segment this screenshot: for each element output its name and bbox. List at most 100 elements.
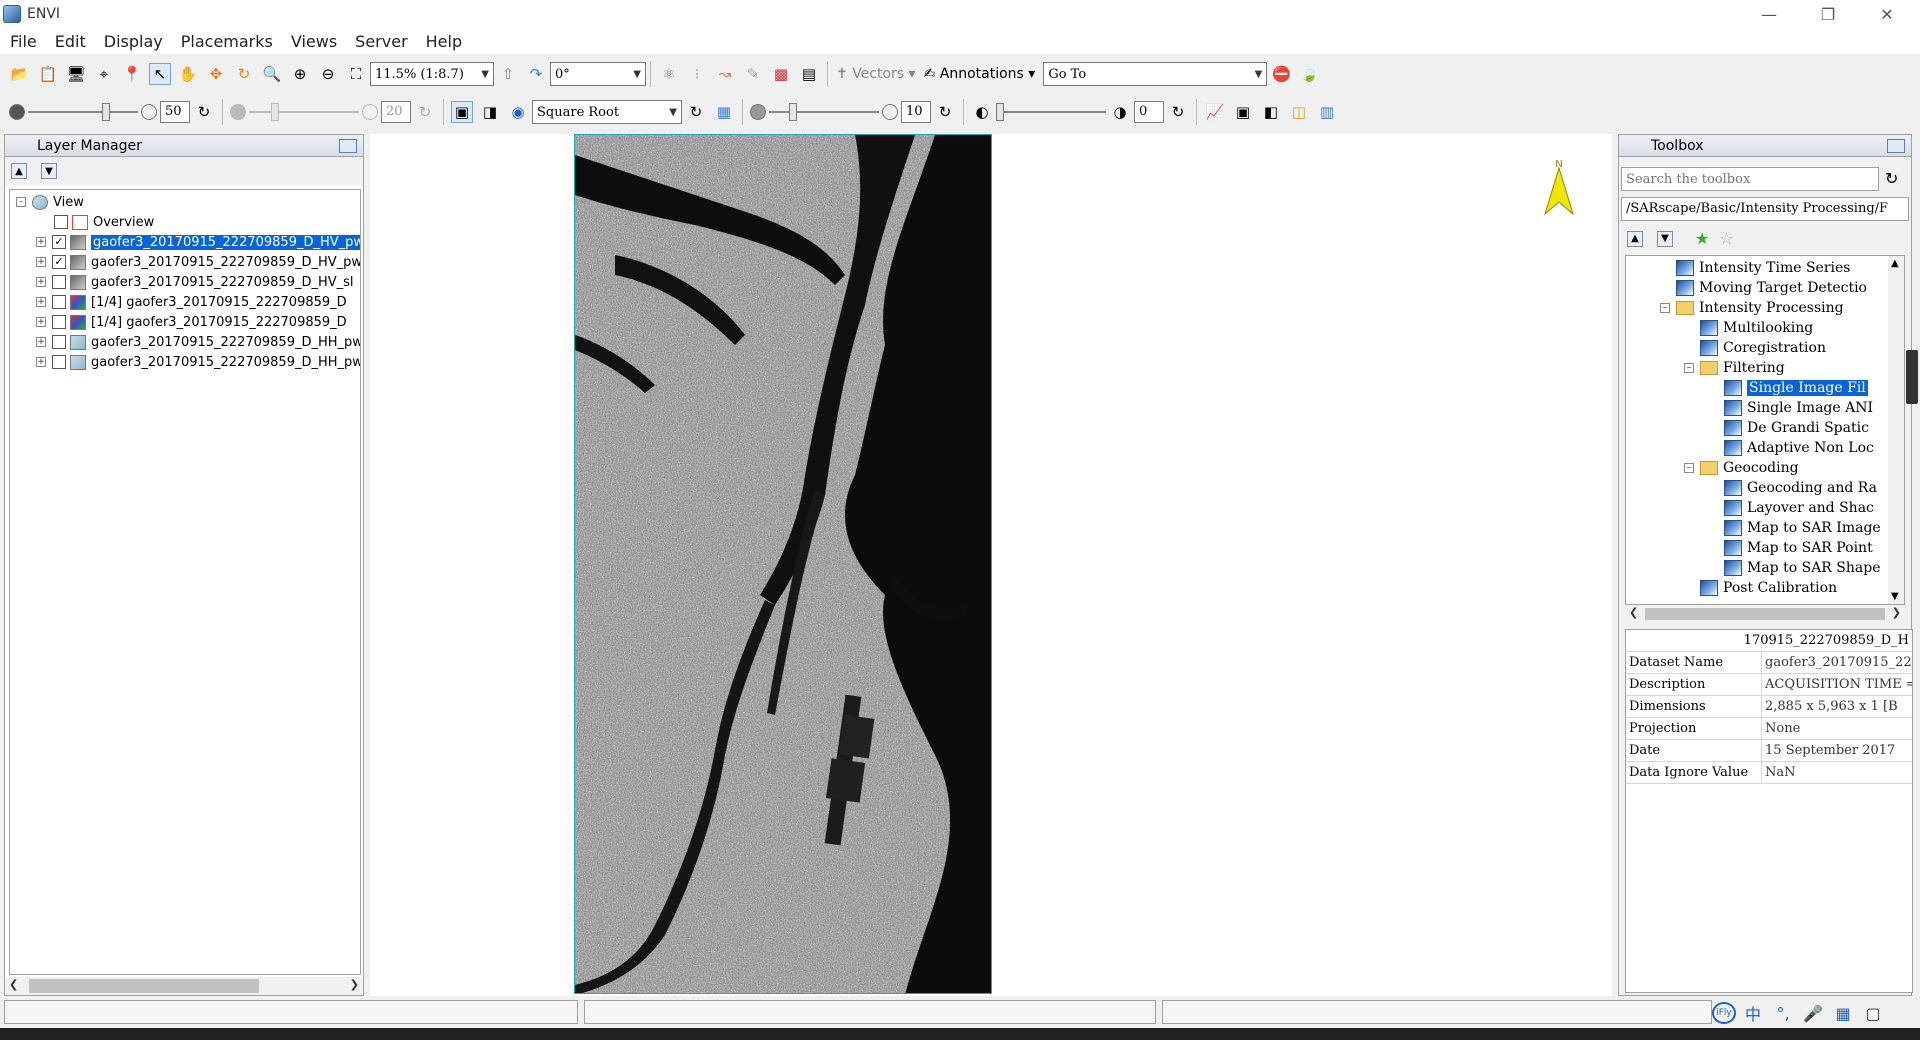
scroll-up-icon[interactable]: ▲	[1891, 258, 1899, 269]
expand-icon[interactable]: +	[36, 357, 46, 367]
collapse-all-icon[interactable]: ▲	[1627, 230, 1643, 247]
collapse-icon[interactable]: –	[1684, 363, 1694, 373]
layer-tree-hscroll[interactable]: ❮ ❯	[5, 977, 363, 995]
toolbox-tool[interactable]: Moving Target Detectio	[1676, 278, 1867, 298]
stretch-type-select[interactable]: Square Root ▼	[532, 100, 682, 124]
apps-grid-icon[interactable]: ▦	[1830, 1002, 1856, 1024]
histogram-icon[interactable]: ▦	[713, 101, 735, 123]
collapse-icon[interactable]: –	[16, 197, 26, 207]
overview-checkbox[interactable]	[54, 215, 68, 229]
layer-item[interactable]: + gaofer3_20170915_222709859_D_HH_pw:	[36, 332, 360, 352]
slider-thumb[interactable]	[271, 103, 279, 121]
layer-checkbox[interactable]	[52, 275, 66, 289]
toolbox-tool[interactable]: Multilooking	[1700, 318, 1813, 338]
chinese-input-icon[interactable]: 中	[1740, 1002, 1766, 1024]
slider-thumb[interactable]	[996, 103, 1004, 121]
goto-select[interactable]: Go To ▼	[1043, 62, 1268, 86]
select-arrow-icon[interactable]: ↖	[149, 63, 171, 85]
reset-sharpen-icon[interactable]: ↻	[934, 101, 956, 123]
stretch-full-icon[interactable]: ◨	[479, 101, 501, 123]
vectors-menu[interactable]: ✝ Vectors ▾	[836, 66, 916, 82]
toolbox-vscroll[interactable]: ▲ ▼	[1888, 256, 1904, 604]
zoom-in-icon[interactable]: ⊕	[289, 63, 311, 85]
transparency-slider[interactable]	[996, 101, 1106, 123]
resize-grip-icon[interactable]: ▢	[1860, 1002, 1886, 1024]
rotate-view-icon[interactable]: ↷	[525, 63, 547, 85]
rotate-icon[interactable]: ↻	[233, 63, 255, 85]
blend-icon[interactable]: ▥	[1316, 101, 1338, 123]
crosshair-icon[interactable]: ⌖	[93, 63, 115, 85]
brightness-value[interactable]: 50	[160, 101, 190, 123]
edit-icon[interactable]: ✎	[742, 63, 764, 85]
expand-all-icon[interactable]: ▼	[41, 163, 57, 179]
contrast-value[interactable]: 20	[381, 101, 411, 123]
slider-thumb[interactable]	[102, 103, 110, 121]
rotation-select[interactable]: 0° ▼	[550, 62, 646, 86]
toolbox-tool[interactable]: Coregistration	[1700, 338, 1826, 358]
brightness-slider[interactable]	[28, 101, 138, 123]
toolbox-hscroll[interactable]: ❮ ❯	[1625, 605, 1905, 623]
contrast-slider[interactable]	[249, 101, 359, 123]
scroll-down-icon[interactable]: ▼	[1891, 591, 1899, 602]
display-icon[interactable]: 🖥	[65, 63, 87, 85]
expand-icon[interactable]: +	[36, 277, 46, 287]
placemark-pin-icon[interactable]: 📍	[121, 63, 143, 85]
toolbox-folder[interactable]: – Geocoding	[1684, 458, 1799, 478]
layer-checkbox[interactable]	[52, 315, 66, 329]
expand-all-icon[interactable]: ▼	[1657, 230, 1673, 247]
leaf-icon[interactable]: 🍃	[1298, 63, 1320, 85]
linear-stretch-icon[interactable]: ▣	[451, 101, 473, 123]
menu-server[interactable]: Server	[355, 32, 407, 51]
profile-plot-icon[interactable]: 📈	[1204, 101, 1226, 123]
zoom-icon[interactable]: 🔍	[261, 63, 283, 85]
tree-root-view[interactable]: – View	[16, 192, 84, 212]
toolbox-tool[interactable]: Post Calibration	[1700, 578, 1837, 598]
reset-contrast-icon[interactable]: ↻	[414, 101, 436, 123]
scroll-right-icon[interactable]: ❯	[350, 978, 359, 991]
ime-logo-icon[interactable]: iFly	[1712, 1002, 1736, 1024]
layer-item[interactable]: + ✓ gaofer3_20170915_222709859_D_HV_pw:	[36, 232, 360, 252]
menu-help[interactable]: Help	[426, 32, 462, 51]
layer-checkbox[interactable]	[52, 295, 66, 309]
flicker-icon[interactable]: ◧	[1260, 101, 1282, 123]
toolbox-folder[interactable]: – Intensity Processing	[1660, 298, 1844, 318]
close-icon[interactable]: ✕	[1864, 0, 1910, 28]
menu-edit[interactable]: Edit	[55, 32, 86, 51]
toolbox-tool[interactable]: Adaptive Non Loc	[1724, 438, 1874, 458]
menu-placemarks[interactable]: Placemarks	[181, 32, 273, 51]
profile-icon[interactable]: ↝	[714, 63, 736, 85]
restore-icon[interactable]: ❐	[1805, 0, 1851, 28]
menu-file[interactable]: File	[10, 32, 37, 51]
toolbox-tool[interactable]: Single Image Fil	[1724, 378, 1868, 398]
layer-item[interactable]: + [1/4] gaofer3_20170915_222709859_D	[36, 312, 347, 332]
roi-icon[interactable]: ⚛	[658, 63, 680, 85]
collapse-all-icon[interactable]: ▲	[11, 163, 27, 179]
pan-hand-icon[interactable]: ✋	[177, 63, 199, 85]
scroll-thumb[interactable]	[1645, 608, 1885, 620]
toolbox-folder[interactable]: – Filtering	[1684, 358, 1785, 378]
expand-icon[interactable]: +	[36, 317, 46, 327]
panel-handle[interactable]	[1906, 350, 1918, 404]
layer-item[interactable]: + ✓ gaofer3_20170915_222709859_D_HV_pw:	[36, 252, 360, 272]
swipe-icon[interactable]: ◫	[1288, 101, 1310, 123]
zoom-fit-icon[interactable]: ⛶	[345, 63, 367, 85]
toolbox-tool[interactable]: Map to SAR Image	[1724, 518, 1881, 538]
reset-transparency-icon[interactable]: ↻	[1167, 101, 1189, 123]
data-manager-icon[interactable]: 📋	[37, 63, 59, 85]
favorite-star-icon[interactable]: ☆	[1719, 229, 1733, 248]
sharpen-value[interactable]: 10	[901, 101, 931, 123]
pin-icon[interactable]	[339, 138, 357, 153]
minimize-icon[interactable]: —	[1746, 0, 1792, 28]
toolbox-tool[interactable]: De Grandi Spatic	[1724, 418, 1869, 438]
layer-checkbox[interactable]: ✓	[52, 255, 66, 269]
view-image-icon[interactable]: ▣	[1232, 101, 1254, 123]
microphone-icon[interactable]: 🎤	[1800, 1002, 1826, 1024]
toolbox-tool[interactable]: Intensity Time Series	[1676, 258, 1850, 278]
vertex-icon[interactable]: ⁝	[686, 63, 708, 85]
toolbox-tool[interactable]: Map to SAR Shape	[1724, 558, 1881, 578]
scroll-left-icon[interactable]: ❮	[9, 978, 18, 991]
expand-icon[interactable]: +	[36, 257, 46, 267]
collapse-icon[interactable]: –	[1660, 303, 1670, 313]
layer-item[interactable]: + [1/4] gaofer3_20170915_222709859_D	[36, 292, 347, 312]
fly-icon[interactable]: ✥	[205, 63, 227, 85]
